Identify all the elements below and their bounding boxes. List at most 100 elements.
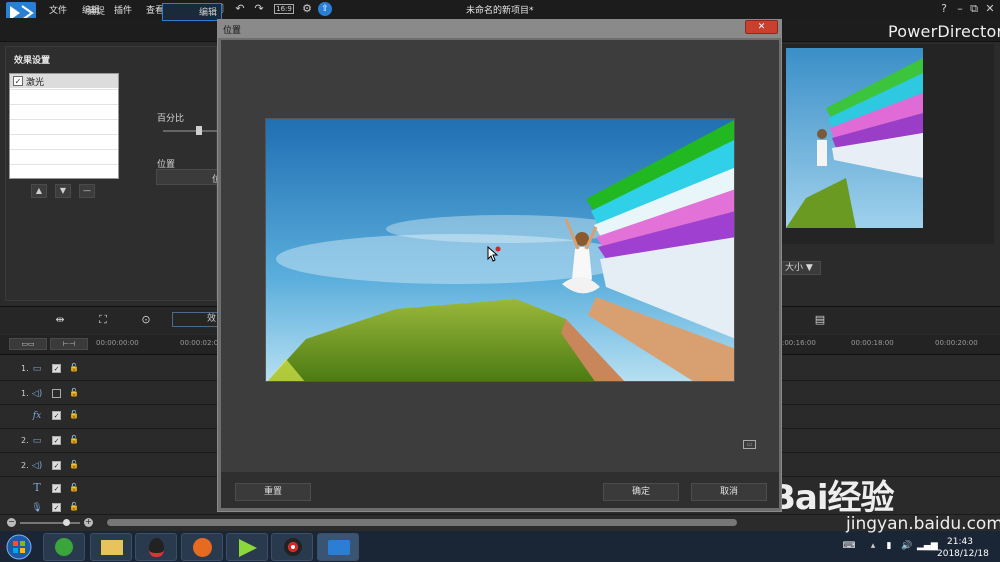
undo-icon[interactable]: ↶ xyxy=(233,2,247,16)
ruler-label: 00:00:20:00 xyxy=(935,339,978,347)
track-number: 2. xyxy=(21,461,29,470)
dialog-titlebar[interactable] xyxy=(218,20,781,38)
remove-effect-button[interactable]: — xyxy=(79,184,95,198)
move-down-button[interactable]: ▼ xyxy=(55,184,71,198)
track-manager-button[interactable]: ▭▭ xyxy=(9,338,47,350)
fx-track-icon: fx xyxy=(32,411,42,421)
device-icon[interactable]: ▮ xyxy=(882,541,896,553)
ruler-label: 00:00:02:0 xyxy=(180,339,219,347)
position-button[interactable]: 位 xyxy=(156,169,221,185)
upgrade-icon[interactable]: ⇧ xyxy=(318,2,332,16)
lock-icon[interactable]: 🔓 xyxy=(69,388,79,398)
settings-gear-icon[interactable]: ⚙ xyxy=(300,2,314,16)
taskbar-app-recorder[interactable] xyxy=(271,533,313,561)
effect-checkbox[interactable]: ✓ xyxy=(13,76,23,86)
panel-title: 效果设置 xyxy=(14,56,51,66)
window-title: 未命名的新项目* xyxy=(466,6,534,16)
video-track-icon: ▭ xyxy=(32,364,42,374)
crop-icon[interactable]: ⛶ xyxy=(95,312,111,328)
brand-title: PowerDirector xyxy=(888,22,1000,41)
title-track-icon: T xyxy=(33,481,41,494)
tab-edit[interactable]: 编辑 xyxy=(162,3,222,21)
fit-timeline-button[interactable]: ⊢⊣ xyxy=(50,338,88,350)
restore-icon[interactable]: ⧉ xyxy=(967,2,981,16)
track-number: 1. xyxy=(21,389,29,398)
lock-icon[interactable]: 🔓 xyxy=(69,460,79,470)
firefox-icon xyxy=(193,538,212,557)
help-icon[interactable]: ? xyxy=(937,2,951,16)
clock-time[interactable]: 21:43 xyxy=(947,537,973,547)
folder-icon xyxy=(101,540,123,555)
ruler-label: 00:00:18:00 xyxy=(851,339,894,347)
lock-icon[interactable]: 🔓 xyxy=(69,435,79,445)
audio-track-icon: ◁) xyxy=(31,389,43,399)
video-track-icon: ▭ xyxy=(32,436,42,446)
tray-arrow-icon[interactable]: ▴ xyxy=(866,541,880,553)
timeline-scrollbar[interactable] xyxy=(107,519,737,526)
dialog-close-button[interactable]: ✕ xyxy=(745,20,778,34)
taskbar-app-explorer[interactable] xyxy=(90,533,132,561)
effect-label: 激光 xyxy=(26,78,45,88)
lock-icon[interactable]: 🔓 xyxy=(69,410,79,420)
zoom-slider-thumb[interactable] xyxy=(63,519,70,526)
baidu-watermark-url: jingyan.baidu.com xyxy=(846,514,1000,534)
qq-icon xyxy=(149,538,164,557)
cancel-button[interactable]: 取消 xyxy=(691,483,767,501)
audio-track-icon: ◁) xyxy=(31,461,43,471)
fullscreen-icon[interactable]: ▭ xyxy=(743,440,756,449)
lock-icon[interactable]: 🔓 xyxy=(69,483,79,493)
baidu-watermark: Bai经验 xyxy=(770,478,895,518)
move-up-button[interactable]: ▲ xyxy=(31,184,47,198)
voice-track-icon: 🎙 xyxy=(31,503,43,513)
percent-label: 百分比 xyxy=(157,114,185,124)
minimize-icon[interactable]: – xyxy=(953,2,967,16)
zoom-out-icon[interactable]: − xyxy=(7,518,16,527)
split-icon[interactable]: ⇹ xyxy=(52,312,68,328)
fx-tab[interactable]: 效 xyxy=(172,312,220,327)
keyboard-icon[interactable]: ⌨ xyxy=(842,541,856,553)
track-enable-checkbox[interactable]: ✓ xyxy=(52,503,61,512)
tab-capture[interactable]: 捕捉 xyxy=(40,3,152,21)
start-button-icon[interactable] xyxy=(4,533,34,561)
browser-icon xyxy=(55,538,73,556)
track-enable-checkbox[interactable]: ✓ xyxy=(52,461,61,470)
taskbar-app-browser[interactable] xyxy=(43,533,85,561)
track-enable-checkbox[interactable]: ✓ xyxy=(52,436,61,445)
taskbar-app-firefox[interactable] xyxy=(181,533,223,561)
network-icon[interactable]: ▂▄▆ xyxy=(917,541,938,553)
percent-slider-thumb[interactable] xyxy=(196,126,202,135)
preview-image xyxy=(786,48,923,228)
aspect-ratio-icon[interactable]: 16:9 xyxy=(274,4,294,14)
redo-icon[interactable]: ↷ xyxy=(252,2,266,16)
taskbar-app-powerdirector[interactable] xyxy=(317,533,359,561)
effect-list xyxy=(9,73,119,179)
circle-menu-icon[interactable]: ⊙ xyxy=(138,312,154,328)
track-number: 1. xyxy=(21,364,29,373)
ruler-label: :00:16:00 xyxy=(782,339,816,347)
volume-icon[interactable]: 🔊 xyxy=(900,541,914,553)
track-enable-checkbox[interactable] xyxy=(52,389,61,398)
taskbar-app-qq[interactable] xyxy=(135,533,177,561)
record-icon xyxy=(284,538,302,556)
track-enable-checkbox[interactable]: ✓ xyxy=(52,484,61,493)
lock-icon[interactable]: 🔓 xyxy=(69,502,79,512)
track-enable-checkbox[interactable]: ✓ xyxy=(52,411,61,420)
taskbar-app-player[interactable] xyxy=(226,533,268,561)
reset-button[interactable]: 重置 xyxy=(235,483,311,501)
clock-date[interactable]: 2018/12/18 xyxy=(937,549,989,559)
zoom-slider-track[interactable] xyxy=(20,522,80,524)
ok-button[interactable]: 确定 xyxy=(603,483,679,501)
percent-slider-track[interactable] xyxy=(163,130,218,132)
size-dropdown[interactable]: 大小 ▼ xyxy=(776,261,821,275)
timeline-settings-icon[interactable]: ▤ xyxy=(812,312,828,328)
powerdirector-taskbar-icon xyxy=(328,540,350,555)
track-number: 2. xyxy=(21,436,29,445)
mouse-cursor-icon xyxy=(487,246,501,262)
player-icon xyxy=(239,539,257,557)
lock-icon[interactable]: 🔓 xyxy=(69,363,79,373)
ruler-label: 00:00:00:00 xyxy=(96,339,139,347)
close-icon[interactable]: ✕ xyxy=(983,2,997,16)
track-enable-checkbox[interactable]: ✓ xyxy=(52,364,61,373)
dialog-title: 位置 xyxy=(223,26,242,36)
zoom-in-icon[interactable]: + xyxy=(84,518,93,527)
